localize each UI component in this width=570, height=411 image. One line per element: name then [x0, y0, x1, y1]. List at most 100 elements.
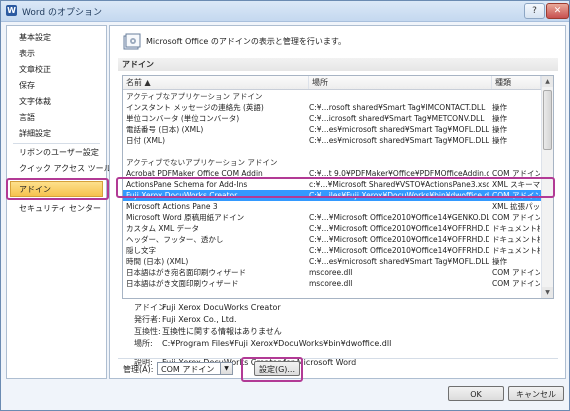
- sidebar-item-customize-ribbon[interactable]: リボンのユーザー設定: [7, 145, 106, 161]
- cell-name: カスタム XML データ: [126, 224, 200, 233]
- column-header-location[interactable]: 場所: [309, 76, 492, 89]
- sidebar-item-general[interactable]: 基本設定: [7, 30, 106, 46]
- cell-location: C:¥...¥Microsoft Office2010¥Office14¥OFF…: [309, 246, 489, 255]
- cell-location: mscoree.dll: [309, 268, 353, 277]
- cell-type: 操作: [492, 125, 507, 134]
- cell-name: アクティブでないアプリケーション アドイン: [126, 158, 278, 167]
- table-row[interactable]: 電話番号 (日本) (XML) C:¥...es¥microsoft shared…: [123, 124, 541, 135]
- cell-location: C:¥...icrosoft shared¥Smart Tag¥METCONV.…: [309, 114, 485, 123]
- table-row[interactable]: インスタント メッセージの連絡先 (英語) C:¥...rosoft shared…: [123, 102, 541, 113]
- table-row[interactable]: カスタム XML データ C:¥...¥Microsoft Office2010¥…: [123, 223, 541, 234]
- column-header-name[interactable]: 名前 ▲: [123, 76, 309, 89]
- sidebar-item-advanced[interactable]: 詳細設定: [7, 126, 106, 142]
- table-row[interactable]: Microsoft Word 原稿用紙アドイン C:¥...¥Microsoft …: [123, 212, 541, 223]
- scroll-up-icon[interactable]: ▲: [542, 76, 553, 87]
- scroll-down-icon[interactable]: ▼: [542, 287, 553, 298]
- cell-type: ドキュメント検査: [492, 224, 540, 233]
- cell-type: XML スキーマ: [492, 180, 540, 189]
- cell-location: C:¥...¥Microsoft Office2010¥Office14¥GEN…: [309, 213, 489, 222]
- cell-name: 隠し文字: [126, 246, 156, 255]
- help-button[interactable]: ?: [524, 3, 545, 19]
- cell-name: インスタント メッセージの連絡先 (英語): [126, 103, 264, 112]
- table-row[interactable]: 単位コンバータ (単位コンバータ) C:¥...icrosoft shared¥S…: [123, 113, 541, 124]
- cell-name: 日本語はがき宛名面印刷ウィザード: [126, 268, 246, 277]
- cell-name: ActionsPane Schema for Add-Ins: [126, 180, 248, 189]
- sidebar-item-addins[interactable]: アドイン: [10, 181, 103, 197]
- list-scrollbar[interactable]: ▲ ▼: [541, 76, 553, 298]
- cell-name: Acrobat PDFMaker Office COM Addin: [126, 169, 263, 178]
- detail-label-publisher: 発行者:: [134, 315, 161, 324]
- table-row[interactable]: Microsoft Actions Pane 3 XML 拡張パック: [123, 201, 541, 212]
- sidebar-item-display[interactable]: 表示: [7, 46, 106, 62]
- manage-bar: 管理(A): COM アドイン ▼ 設定(G)...: [118, 358, 558, 377]
- cell-name: Fuji Xerox DocuWorks Creator: [126, 191, 238, 200]
- cell-name: 日本語はがき文面印刷ウィザード: [126, 279, 239, 288]
- cell-location: C:¥...t 9.0¥PDFMaker¥Office¥PDFMOfficeAd…: [309, 169, 489, 178]
- sidebar-item-save[interactable]: 保存: [7, 78, 106, 94]
- table-row[interactable]: 隠し文字 C:¥...¥Microsoft Office2010¥Office14…: [123, 245, 541, 256]
- addins-list[interactable]: 名前 ▲ 場所 種類 アクティブなアプリケーション アドイン インスタント メッセ…: [122, 75, 554, 299]
- table-row[interactable]: Acrobat PDFMaker Office COM Addin C:¥...t…: [123, 168, 541, 179]
- table-row[interactable]: 日本語はがき文面印刷ウィザード mscoree.dll COM アドイン: [123, 278, 541, 289]
- sidebar-divider: [13, 143, 100, 144]
- manage-select[interactable]: COM アドイン ▼: [157, 362, 233, 375]
- cell-name: Microsoft Actions Pane 3: [126, 202, 218, 211]
- sidebar-divider: [13, 199, 100, 200]
- table-row[interactable]: 日本語はがき宛名面印刷ウィザード mscoree.dll COM アドイン: [123, 267, 541, 278]
- table-row[interactable]: ActionsPane Schema for Add-Ins c:¥...¥Mic…: [123, 179, 541, 190]
- section-title-addins: アドイン: [118, 58, 558, 71]
- cell-type: ドキュメント検査: [492, 246, 540, 255]
- sidebar-item-trust-center[interactable]: セキュリティ センター: [7, 201, 106, 217]
- word-app-icon: W: [6, 5, 17, 16]
- cell-location: C:¥...es¥microsoft shared¥Smart Tag¥MOFL…: [309, 125, 489, 134]
- cell-type: 操作: [492, 136, 507, 145]
- table-row[interactable]: Fuji Xerox DocuWorks Creator C:¥...iles¥F…: [123, 190, 541, 201]
- sidebar-item-typography[interactable]: 文字体裁: [7, 94, 106, 110]
- list-header: 名前 ▲ 場所 種類: [123, 76, 541, 90]
- manage-label: 管理(A):: [123, 365, 154, 374]
- detail-label-location: 場所:: [134, 339, 153, 348]
- cell-type: COM アドイン: [492, 191, 540, 200]
- list-group-header: アクティブでないアプリケーション アドイン: [123, 157, 541, 168]
- cell-location: mscoree.dll: [309, 279, 353, 288]
- chevron-down-icon[interactable]: ▼: [220, 363, 232, 374]
- sidebar-item-proofing[interactable]: 文章校正: [7, 62, 106, 78]
- cell-type: COM アドイン: [492, 213, 540, 222]
- cell-name: 単位コンバータ (単位コンバータ): [126, 114, 240, 123]
- sidebar-item-quick-access-toolbar[interactable]: クイック アクセス ツール バー: [7, 161, 130, 177]
- detail-label-compat: 互換性:: [134, 327, 161, 336]
- cell-type: COM アドイン: [492, 268, 540, 277]
- cell-location: c:¥...¥Microsoft Shared¥VSTO¥ActionsPane…: [309, 180, 489, 189]
- cell-type: XML 拡張パック: [492, 202, 540, 211]
- sidebar-divider: [13, 178, 100, 179]
- detail-value-location: C:¥Program Files¥Fuji Xerox¥DocuWorks¥bi…: [162, 339, 392, 348]
- go-button[interactable]: 設定(G)...: [254, 361, 300, 376]
- column-header-type[interactable]: 種類: [492, 76, 541, 89]
- cell-location: C:¥...es¥microsoft shared¥Smart Tag¥MOFL…: [309, 136, 489, 145]
- cell-name: ヘッダー、フッター、透かし: [126, 235, 224, 244]
- ok-button[interactable]: OK: [448, 386, 504, 401]
- title-bar[interactable]: W Word のオプション ? ✕: [1, 1, 569, 22]
- list-group-header: アクティブなアプリケーション アドイン: [123, 91, 541, 102]
- cell-type: ドキュメント検査: [492, 235, 540, 244]
- word-options-dialog: W Word のオプション ? ✕ 基本設定 表示 文章校正 保存 文字体裁 言…: [0, 0, 570, 411]
- detail-value-addin: Fuji Xerox DocuWorks Creator: [162, 303, 281, 312]
- scroll-thumb[interactable]: [543, 90, 552, 150]
- options-sidebar: 基本設定 表示 文章校正 保存 文字体裁 言語 詳細設定 リボンのユーザー設定 …: [6, 25, 130, 379]
- close-button[interactable]: ✕: [546, 3, 569, 19]
- cell-location: C:¥...¥Microsoft Office2010¥Office14¥OFF…: [309, 235, 489, 244]
- cell-type: 操作: [492, 114, 507, 123]
- cell-name: Microsoft Word 原稿用紙アドイン: [126, 213, 245, 222]
- cancel-button[interactable]: キャンセル: [508, 386, 564, 401]
- cell-location: C:¥...rosoft shared¥Smart Tag¥IMCONTACT.…: [309, 103, 486, 112]
- cell-location: C:¥...es¥microsoft shared¥Smart Tag¥MOFL…: [309, 257, 489, 266]
- table-row[interactable]: 時間 (日本) (XML) C:¥...es¥microsoft shared¥S…: [123, 256, 541, 267]
- detail-value-compat: 互換性に関する情報はありません: [162, 327, 282, 336]
- cell-name: アクティブなアプリケーション アドイン: [126, 92, 263, 101]
- cell-type: 操作: [492, 257, 507, 266]
- table-row[interactable]: ヘッダー、フッター、透かし C:¥...¥Microsoft Office2010…: [123, 234, 541, 245]
- table-row[interactable]: 日付 (XML) C:¥...es¥microsoft shared¥Smart …: [123, 135, 541, 146]
- sidebar-item-language[interactable]: 言語: [7, 110, 106, 126]
- detail-value-publisher: Fuji Xerox Co., Ltd.: [162, 315, 237, 324]
